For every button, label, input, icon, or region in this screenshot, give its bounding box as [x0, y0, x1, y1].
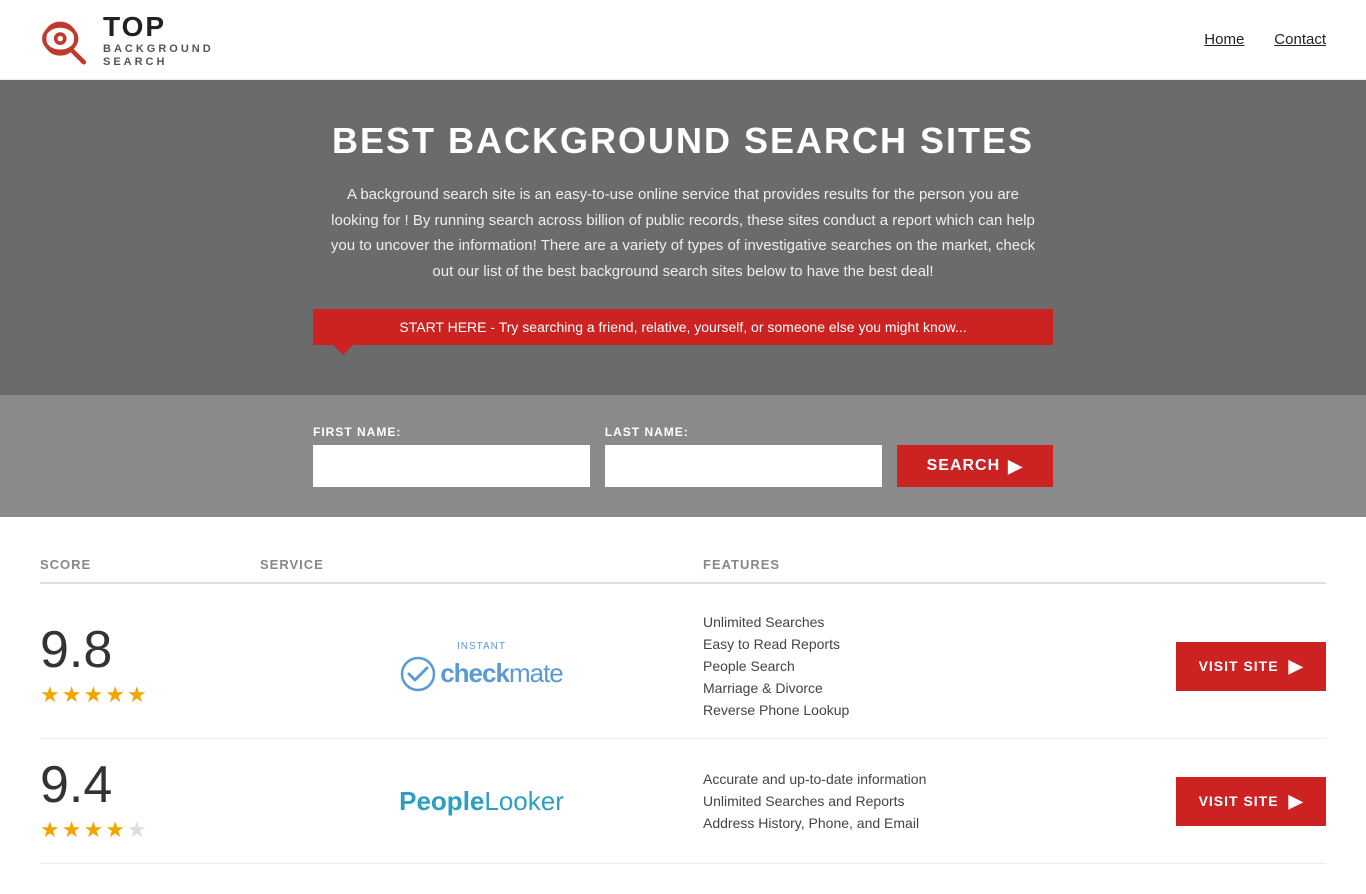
header: TOP BACKGROUNDSEARCH Home Contact [0, 0, 1366, 80]
star-3: ★ [83, 682, 103, 708]
feature-item: People Search [703, 658, 1146, 674]
star-4: ★ [105, 682, 125, 708]
visit-site-button-2[interactable]: VISIT SITE ▶ [1176, 777, 1326, 826]
star-3: ★ [83, 817, 103, 843]
star-2: ★ [62, 817, 82, 843]
last-name-group: LAST NAME: [605, 425, 882, 487]
visit-button-column: VISIT SITE ▶ [1146, 642, 1326, 691]
logo-icon [40, 15, 95, 65]
feature-item: Accurate and up-to-date information [703, 771, 1146, 787]
score-column: 9.8 ★ ★ ★ ★ ★ [40, 624, 260, 708]
main-nav: Home Contact [1204, 31, 1326, 48]
hero-description: A background search site is an easy-to-u… [323, 182, 1043, 284]
table-section: SCORE SERVICE FEATURES 9.8 ★ ★ ★ ★ ★ ins… [0, 517, 1366, 894]
visit-site-button[interactable]: VISIT SITE ▶ [1176, 642, 1326, 691]
visit-arrow-icon: ▶ [1289, 656, 1304, 677]
service-logo-column: instant checkmate [260, 631, 703, 702]
logo-top-text: TOP [103, 10, 214, 44]
feature-item: Unlimited Searches [703, 614, 1146, 630]
nav-contact[interactable]: Contact [1274, 31, 1326, 48]
table-header: SCORE SERVICE FEATURES [40, 547, 1326, 584]
star-1: ★ [40, 682, 60, 708]
star-rating: ★ ★ ★ ★ ★ [40, 817, 147, 843]
star-5: ★ [127, 817, 147, 843]
checkmate-text: checkmate [440, 658, 563, 689]
peoplelooker-logo: PeopleLooker [399, 786, 564, 817]
search-form-section: FIRST NAME: LAST NAME: SEARCH ▶ [0, 395, 1366, 517]
search-form: FIRST NAME: LAST NAME: SEARCH ▶ [313, 425, 1053, 487]
feature-item: Address History, Phone, and Email [703, 815, 1146, 831]
checkmate-logo: instant checkmate [400, 641, 563, 692]
first-name-group: FIRST NAME: [313, 425, 590, 487]
features-column: Accurate and up-to-date information Unli… [703, 771, 1146, 831]
logo-text: TOP BACKGROUNDSEARCH [103, 10, 214, 70]
search-button[interactable]: SEARCH ▶ [897, 445, 1053, 487]
logo: TOP BACKGROUNDSEARCH [40, 10, 214, 70]
score-column: 9.4 ★ ★ ★ ★ ★ [40, 759, 260, 843]
first-name-input[interactable] [313, 445, 590, 487]
last-name-input[interactable] [605, 445, 882, 487]
features-column: Unlimited Searches Easy to Read Reports … [703, 614, 1146, 718]
col-header-features: FEATURES [703, 557, 1146, 572]
feature-item: Unlimited Searches and Reports [703, 793, 1146, 809]
col-header-action [1146, 557, 1326, 572]
star-1: ★ [40, 817, 60, 843]
logo-bottom-text: BACKGROUNDSEARCH [103, 43, 214, 69]
col-header-score: SCORE [40, 557, 260, 572]
star-5: ★ [127, 682, 147, 708]
feature-item: Easy to Read Reports [703, 636, 1146, 652]
hero-title: BEST BACKGROUND SEARCH SITES [20, 120, 1346, 162]
feature-item: Marriage & Divorce [703, 680, 1146, 696]
score-value: 9.8 [40, 624, 112, 676]
star-4: ★ [105, 817, 125, 843]
feature-item: Reverse Phone Lookup [703, 702, 1146, 718]
last-name-label: LAST NAME: [605, 425, 882, 439]
score-value: 9.4 [40, 759, 112, 811]
star-2: ★ [62, 682, 82, 708]
first-name-label: FIRST NAME: [313, 425, 590, 439]
table-row: 9.4 ★ ★ ★ ★ ★ PeopleLooker Accurate and … [40, 739, 1326, 864]
hero-section: BEST BACKGROUND SEARCH SITES A backgroun… [0, 80, 1366, 395]
search-arrow-icon: ▶ [1008, 456, 1023, 477]
col-header-service: SERVICE [260, 557, 703, 572]
table-row: 9.8 ★ ★ ★ ★ ★ instant checkmate [40, 594, 1326, 739]
checkmate-check-icon [400, 656, 436, 692]
visit-arrow-icon: ▶ [1289, 791, 1304, 812]
star-rating: ★ ★ ★ ★ ★ [40, 682, 147, 708]
visit-button-column: VISIT SITE ▶ [1146, 777, 1326, 826]
service-logo-column: PeopleLooker [260, 776, 703, 827]
search-tip: START HERE - Try searching a friend, rel… [313, 309, 1053, 345]
nav-home[interactable]: Home [1204, 31, 1244, 48]
